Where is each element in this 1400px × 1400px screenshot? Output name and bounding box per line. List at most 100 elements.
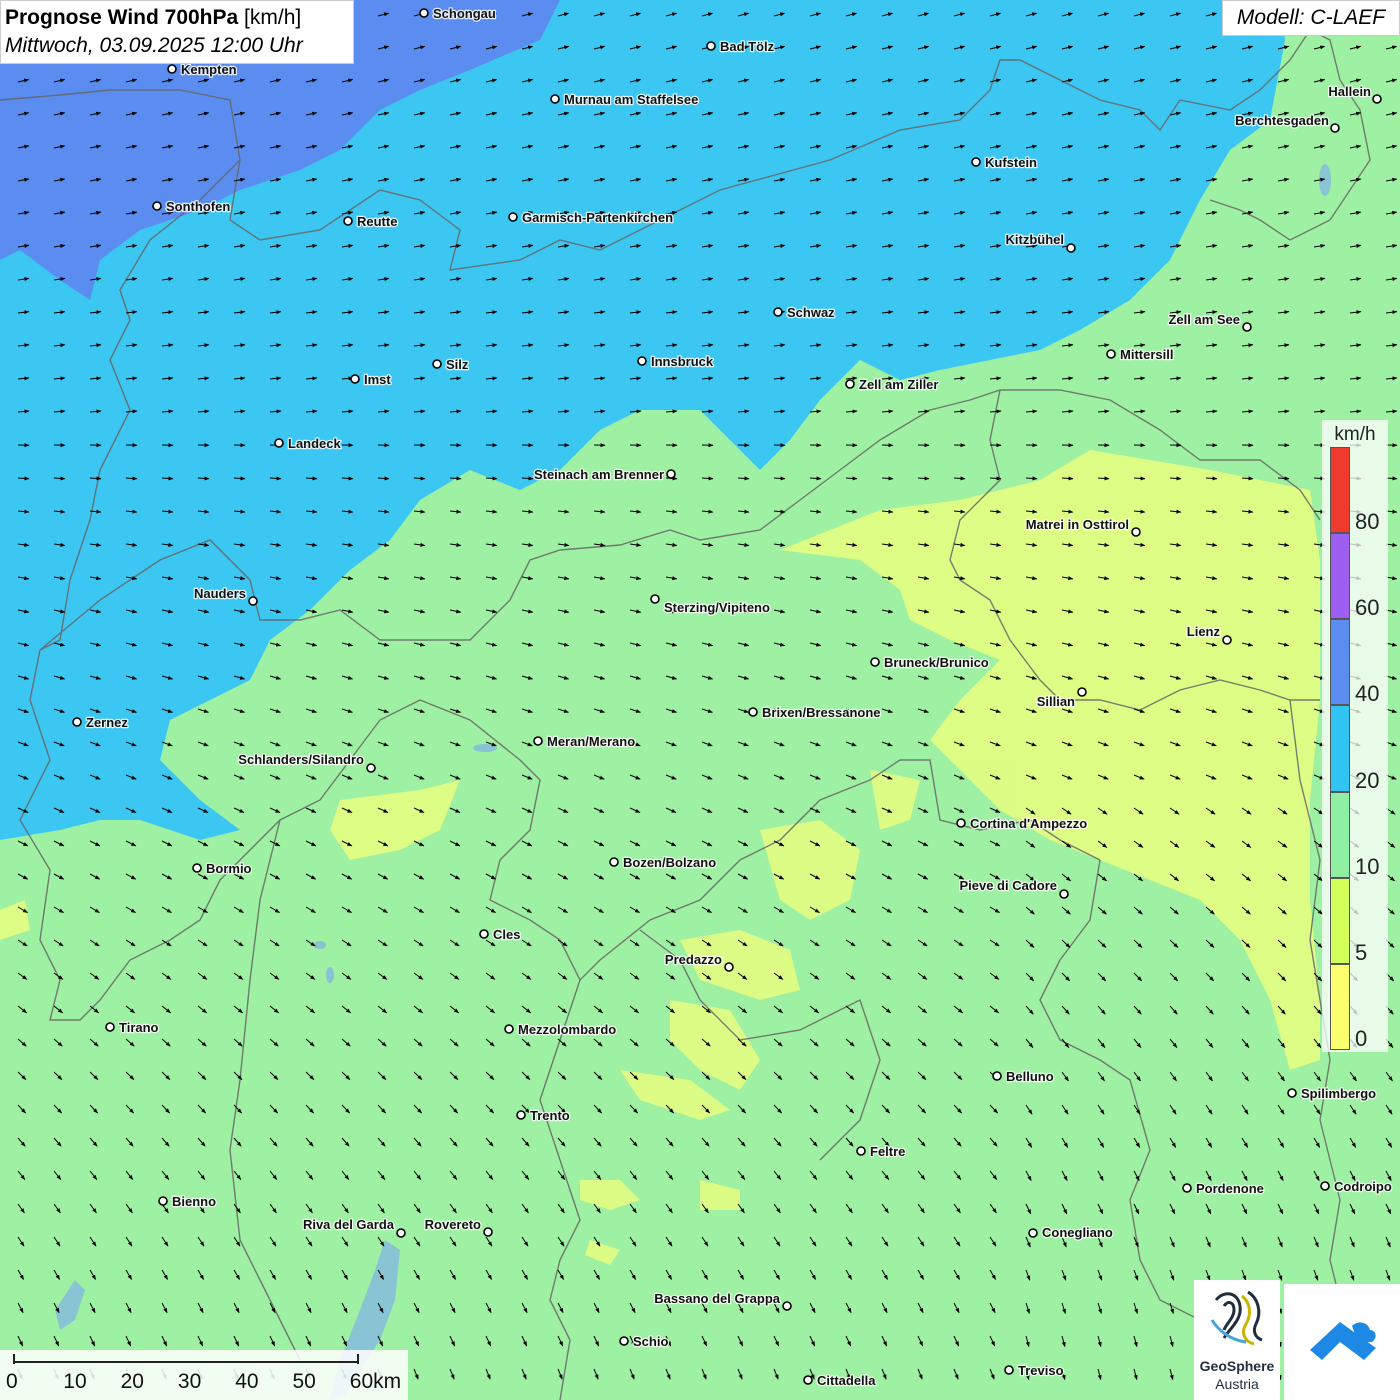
city-dot — [724, 962, 734, 972]
city-label: Treviso — [1018, 1363, 1064, 1378]
scale-bar-line — [13, 1354, 359, 1364]
city-dot — [158, 1196, 168, 1206]
forecast-title-unit: [km/h] — [244, 6, 302, 29]
city-marker[interactable]: Murnau am Staffelsee — [550, 91, 700, 108]
city-marker[interactable]: Garmisch-Partenkirchen — [508, 209, 674, 226]
forecast-title-main: Prognose Wind 700hPa — [5, 6, 239, 29]
city-dot — [1028, 1228, 1038, 1238]
city-dot — [609, 857, 619, 867]
city-marker[interactable]: Spilimbergo — [1287, 1085, 1377, 1102]
wind-arrow — [1133, 476, 1146, 481]
city-dot — [870, 657, 880, 667]
city-marker[interactable]: Brixen/Bressanone — [748, 704, 882, 721]
city-label: Steinach am Brenner — [534, 467, 664, 482]
map-canvas[interactable]: Schongau Bad Tölz Kempten Murnau am Staffel… — [0, 0, 1400, 1400]
city-dot — [479, 929, 489, 939]
city-label: Kufstein — [985, 155, 1037, 170]
wind-arrow — [305, 476, 318, 481]
wind-arrow — [989, 476, 1002, 481]
city-label: Bozen/Bolzano — [623, 855, 716, 870]
city-label: Spilimbergo — [1301, 1086, 1376, 1101]
city-label: Cles — [493, 927, 520, 942]
legend-color-segment — [1330, 877, 1350, 964]
city-label: Mezzolombardo — [518, 1022, 616, 1037]
city-marker[interactable]: Mezzolombardo — [504, 1021, 618, 1038]
wind-arrow — [521, 476, 534, 481]
wind-forecast-map-view: Schongau Bad Tölz Kempten Murnau am Staffel… — [0, 0, 1400, 1400]
city-dot — [666, 469, 676, 479]
city-label: Murnau am Staffelsee — [564, 92, 698, 107]
legend-color-segment — [1330, 705, 1350, 792]
city-label: Matrei in Osttirol — [1026, 517, 1129, 532]
city-label: Bormio — [206, 861, 252, 876]
legend-color-segment — [1330, 533, 1350, 620]
city-dot — [105, 1022, 115, 1032]
city-dot — [343, 216, 353, 226]
wind-arrow — [845, 476, 858, 481]
city-label: Pordenone — [1196, 1181, 1264, 1196]
city-label: Hallein — [1328, 84, 1371, 99]
city-label: Imst — [364, 372, 391, 387]
forecast-datetime: Mittwoch, 03.09.2025 12:00 Uhr — [5, 34, 303, 57]
wind-arrow — [233, 476, 246, 481]
city-marker[interactable]: Pordenone — [1182, 1180, 1265, 1197]
city-label: Zell am See — [1168, 312, 1240, 327]
city-label: Bad Tölz — [720, 39, 775, 54]
city-label: Conegliano — [1042, 1225, 1113, 1240]
city-label: Silz — [446, 357, 469, 372]
legend-unit: km/h — [1334, 424, 1376, 445]
legend-tick-label: 80 — [1355, 509, 1380, 535]
city-dot — [782, 1301, 792, 1311]
wind-arrow — [1277, 476, 1290, 481]
city-dot — [637, 356, 647, 366]
model-label: Modell: C-LAEF — [1222, 0, 1400, 36]
city-marker[interactable]: Cortina d'Ampezzo — [956, 815, 1089, 832]
wind-arrow — [809, 476, 822, 481]
city-label: Brixen/Bressanone — [762, 705, 881, 720]
scale-tick-label: 50 — [292, 1370, 316, 1393]
wind-arrow — [701, 476, 714, 481]
city-marker[interactable]: Bruneck/Brunico — [870, 654, 990, 671]
wind-arrow — [377, 476, 390, 481]
city-label: Sillian — [1037, 694, 1075, 709]
city-label: Sterzing/Vipiteno — [664, 600, 770, 615]
city-marker[interactable]: Conegliano — [1028, 1224, 1114, 1241]
wind-arrow — [1025, 476, 1038, 481]
city-label: Kitzbühel — [1006, 232, 1065, 247]
city-dot — [432, 359, 442, 369]
wind-arrow — [125, 476, 138, 481]
geosphere-logo: GeoSphere Austria — [1194, 1280, 1280, 1400]
city-label: Tirano — [119, 1020, 159, 1035]
city-marker[interactable]: Steinach am Brenner — [533, 466, 676, 483]
city-marker[interactable]: Zell am Ziller — [845, 376, 940, 393]
logo-text-line2: Austria — [1215, 1376, 1259, 1392]
city-dot — [1131, 527, 1141, 537]
city-label: Nauders — [194, 586, 246, 601]
color-legend: km/h 0 5 10 20 40 60 80 — [1322, 420, 1388, 1052]
scale-tick-label: 10 — [63, 1370, 87, 1393]
city-marker[interactable]: Bozen/Bolzano — [609, 854, 717, 871]
city-dot — [533, 736, 543, 746]
city-dot — [1287, 1088, 1297, 1098]
city-dot — [396, 1228, 406, 1238]
city-dot — [152, 201, 162, 211]
city-label: Sonthofen — [166, 199, 230, 214]
city-dot — [1077, 687, 1087, 697]
wind-arrow — [269, 476, 282, 481]
scale-tick-label: 60km — [349, 1370, 402, 1393]
city-marker[interactable]: Meran/Merano — [533, 733, 636, 750]
city-label: Bassano del Grappa — [654, 1291, 780, 1306]
city-label: Meran/Merano — [547, 734, 635, 749]
city-label: Berchtesgaden — [1235, 113, 1329, 128]
city-label: Bienno — [172, 1194, 216, 1209]
wind-arrow — [197, 476, 210, 481]
city-dot — [1059, 889, 1069, 899]
legend-tick-label: 0 — [1355, 1026, 1368, 1051]
city-dot — [508, 212, 518, 222]
wind-arrow — [341, 476, 354, 481]
city-dot — [516, 1110, 526, 1120]
wind-arrow — [1061, 476, 1074, 481]
city-dot — [274, 438, 284, 448]
wind-arrow — [1169, 476, 1182, 481]
city-label: Reutte — [357, 214, 397, 229]
